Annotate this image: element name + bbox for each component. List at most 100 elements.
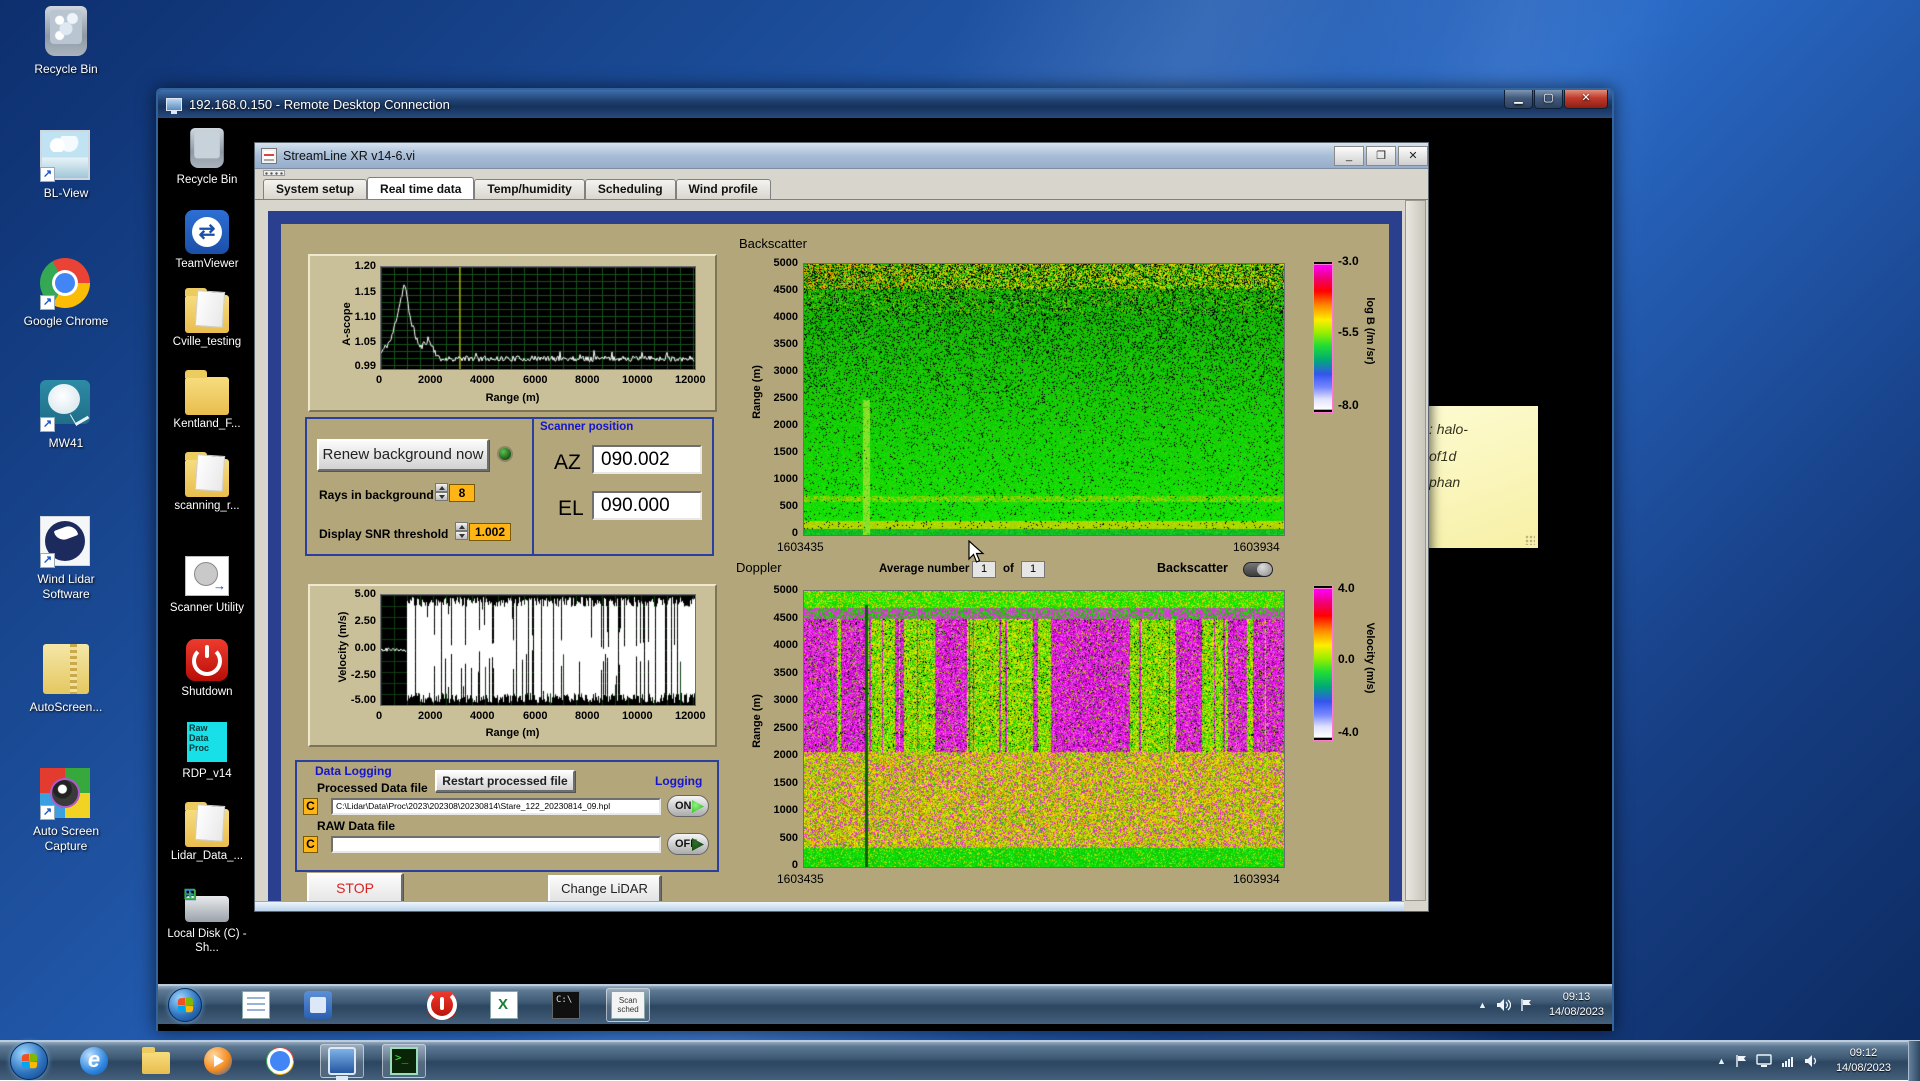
taskbar-sticky-notes-button[interactable]: [358, 988, 402, 1022]
rdp-icon-cville-testing[interactable]: Cville_testing: [164, 288, 250, 349]
rdp-icon-local-disk[interactable]: Local Disk (C) - Sh...: [164, 880, 250, 956]
streamline-minimize-button[interactable]: _: [1334, 146, 1364, 166]
windows-flag-icon: [178, 997, 193, 1012]
icon-label: Auto Screen Capture: [12, 824, 120, 854]
rdp-window: 192.168.0.150 - Remote Desktop Connectio…: [156, 88, 1614, 1031]
rdp-icon-kentland[interactable]: Kentland_F...: [164, 370, 250, 431]
y-tick: 3000: [760, 694, 798, 706]
desktop-icon-wind-lidar[interactable]: ↗ Wind Lidar Software: [12, 516, 120, 602]
vertical-scrollbar[interactable]: [1405, 200, 1426, 901]
y-tick: 0: [760, 859, 798, 871]
taskbar-shutdown-button[interactable]: [420, 988, 464, 1022]
remote-desktop-icon: [328, 1047, 356, 1075]
network-icon[interactable]: [1781, 1054, 1795, 1068]
average-total-field[interactable]: 1: [1021, 561, 1045, 578]
desktop-icon-google-chrome[interactable]: ↗ Google Chrome: [12, 258, 120, 329]
horizontal-scrollbar[interactable]: [255, 901, 1404, 911]
start-button[interactable]: [10, 1042, 48, 1080]
snr-value-field[interactable]: 1.002: [469, 523, 511, 541]
y-tick: 0.00: [336, 642, 376, 654]
sticky-note-resize-grip[interactable]: [1525, 535, 1535, 545]
shutdown-icon: [428, 991, 456, 1019]
raw-logging-off-switch[interactable]: OFF: [667, 833, 709, 855]
rdp-minimize-button[interactable]: ▁: [1504, 90, 1533, 109]
tab-wind-profile[interactable]: Wind profile: [676, 179, 771, 199]
velocity-group: Velocity (m/s) 5.00 2.50 0.00 -2.50 -5.0…: [308, 584, 717, 747]
rays-spinner[interactable]: [435, 483, 448, 502]
sticky-note[interactable]: : halo- of1d phan: [1425, 406, 1538, 548]
rdp-icon-scanning[interactable]: scanning_r...: [164, 452, 250, 513]
taskbar-chrome-button[interactable]: [258, 1044, 302, 1078]
rdp-icon-teamviewer[interactable]: TeamViewer: [164, 210, 250, 271]
desktop-icon-recycle-bin[interactable]: Recycle Bin: [12, 6, 120, 77]
desktop-icon-mw41[interactable]: ↗ MW41: [12, 380, 120, 451]
renew-background-led: [497, 446, 513, 462]
taskbar-internet-explorer-button[interactable]: e: [72, 1044, 116, 1078]
desktop-icon-auto-screen-capture[interactable]: ↗ Auto Screen Capture: [12, 768, 120, 854]
renew-background-button[interactable]: Renew background now: [317, 439, 489, 471]
taskbar-explorer-button[interactable]: [134, 1044, 178, 1078]
y-tick: 2500: [760, 392, 798, 404]
taskbar-terminal-button[interactable]: [382, 1044, 426, 1078]
rdp-titlebar[interactable]: 192.168.0.150 - Remote Desktop Connectio…: [158, 90, 1612, 118]
rdp-icon-lidar-data[interactable]: Lidar_Data_...: [164, 802, 250, 863]
remote-clock-date: 14/08/2023: [1549, 1005, 1604, 1020]
host-clock[interactable]: 09:12 14/08/2023: [1836, 1046, 1891, 1076]
tab-real-time-data[interactable]: Real time data: [367, 177, 474, 199]
x-tick: 12000: [675, 710, 706, 722]
restart-processed-file-button[interactable]: Restart processed file: [435, 770, 575, 792]
taskbar-rdp-session-button[interactable]: [320, 1044, 364, 1078]
icon-label: TeamViewer: [164, 257, 250, 271]
rdp-icon-scanner-utility[interactable]: Scanner Utility: [164, 554, 250, 615]
el-value-field[interactable]: 090.000: [592, 491, 702, 520]
streamline-maximize-button[interactable]: ❐: [1366, 146, 1396, 166]
volume-icon[interactable]: [1496, 998, 1511, 1012]
taskbar-scan-sched-button[interactable]: Scan sched: [606, 988, 650, 1022]
velocity-plot: [380, 594, 696, 706]
y-tick: 2000: [760, 419, 798, 431]
rays-value-field[interactable]: 8: [449, 484, 475, 502]
rdp-connection-icon[interactable]: [1756, 1054, 1772, 1068]
volume-icon[interactable]: [1804, 1054, 1819, 1068]
action-center-flag-icon[interactable]: [1520, 998, 1532, 1012]
processed-drive-box[interactable]: C: [303, 798, 318, 815]
a-scope-plot: [380, 266, 696, 370]
desktop-icon-autoscreen-zip[interactable]: AutoScreen...: [12, 644, 120, 715]
icon-label: Google Chrome: [12, 314, 120, 329]
desktop-icon-bl-view[interactable]: ↗ BL-View: [12, 130, 120, 201]
snr-spinner[interactable]: [455, 522, 468, 541]
action-center-flag-icon[interactable]: [1735, 1054, 1747, 1068]
rdp-maximize-button[interactable]: ▢: [1534, 90, 1563, 109]
taskbar-cmd-button[interactable]: [544, 988, 588, 1022]
rdp-icon-rdp-v14[interactable]: Raw Data Proc RDP_v14: [164, 720, 250, 781]
remote-start-button[interactable]: [168, 988, 202, 1022]
streamline-close-button[interactable]: ✕: [1398, 146, 1428, 166]
show-hidden-icons-arrow[interactable]: ▲: [1717, 1056, 1726, 1066]
processed-path-field[interactable]: C:\Lidar\Data\Proc\2023\202308\20230814\…: [331, 798, 661, 815]
shortcut-arrow-icon: ↗: [40, 295, 55, 310]
show-desktop-button[interactable]: [1908, 1041, 1920, 1081]
folder-icon: [185, 459, 229, 497]
taskbar-media-player-button[interactable]: [196, 1044, 240, 1078]
rdp-icon-recycle-bin[interactable]: Recycle Bin: [164, 126, 250, 187]
rdp-icon-shutdown[interactable]: Shutdown: [164, 638, 250, 699]
backscatter-toggle-switch[interactable]: [1243, 562, 1273, 577]
remote-clock[interactable]: 09:13 14/08/2023: [1549, 990, 1604, 1020]
tab-scheduling[interactable]: Scheduling: [585, 179, 676, 199]
of-label: of: [1003, 563, 1014, 575]
taskbar-app-button[interactable]: [296, 988, 340, 1022]
rdp-close-button[interactable]: ✕: [1564, 90, 1608, 109]
taskbar-notepad-button[interactable]: [234, 988, 278, 1022]
tab-system-setup[interactable]: System setup: [263, 179, 367, 199]
raw-drive-box[interactable]: C: [303, 836, 318, 853]
raw-path-field[interactable]: [331, 836, 661, 853]
tab-temp-humidity[interactable]: Temp/humidity: [474, 179, 584, 199]
show-hidden-icons-arrow[interactable]: ▲: [1478, 1000, 1487, 1010]
host-taskbar: e ▲ 09:12 14/08/2023: [0, 1040, 1920, 1080]
az-value-field[interactable]: 090.002: [592, 445, 702, 474]
teamviewer-icon: [185, 210, 229, 254]
taskbar-spreadsheet-button[interactable]: [482, 988, 526, 1022]
y-tick: 4000: [760, 639, 798, 651]
streamline-titlebar[interactable]: StreamLine XR v14-6.vi: [255, 143, 1428, 169]
processed-logging-on-switch[interactable]: ON: [667, 795, 709, 817]
